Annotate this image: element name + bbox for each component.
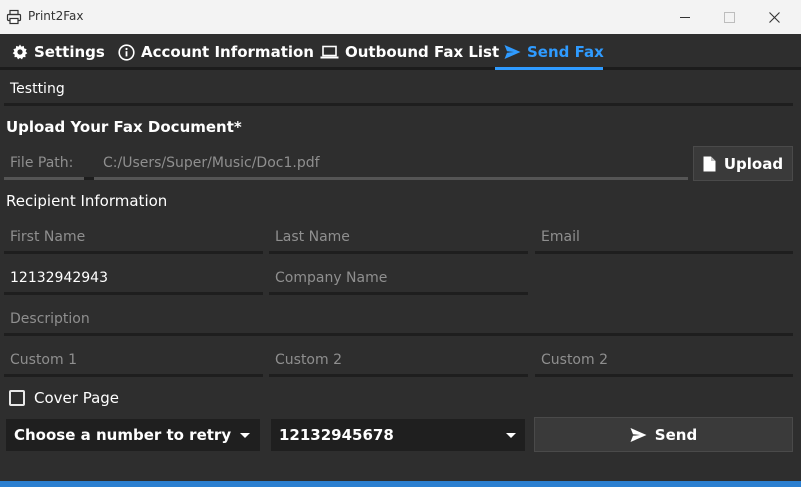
custom1-field[interactable]: Custom 1 [4, 345, 263, 377]
retry-number-dropdown-label: Choose a number to retry [14, 426, 232, 444]
info-icon [118, 43, 135, 61]
upload-button[interactable]: Upload [693, 146, 793, 181]
custom3-placeholder: Custom 2 [541, 352, 608, 368]
cover-page-checkbox[interactable] [9, 390, 25, 406]
tab-label: Outbound Fax List [345, 43, 500, 61]
minimize-icon [680, 17, 690, 18]
custom2-field[interactable]: Custom 2 [269, 345, 528, 377]
fax-number-value: 12132942943 [10, 270, 108, 286]
retry-number-dropdown[interactable]: Choose a number to retry [6, 419, 260, 451]
email-field[interactable]: Email [535, 222, 793, 254]
tab-bar: Settings Account Information Outbound Fa… [0, 34, 801, 70]
first-name-placeholder: First Name [10, 229, 86, 245]
description-placeholder: Description [10, 311, 90, 327]
from-number-dropdown-label: 12132945678 [279, 426, 394, 444]
close-button[interactable] [752, 0, 798, 34]
custom3-field[interactable]: Custom 2 [535, 345, 793, 377]
file-path-separator [84, 148, 94, 180]
custom2-placeholder: Custom 2 [275, 352, 342, 368]
last-name-field[interactable]: Last Name [269, 222, 528, 254]
description-field[interactable]: Description [4, 304, 793, 336]
minimize-button[interactable] [662, 0, 708, 34]
send-icon [504, 44, 521, 61]
email-placeholder: Email [541, 229, 580, 245]
tab-label: Account Information [141, 43, 314, 61]
window-title: Print2Fax [28, 9, 84, 23]
fax-number-field[interactable]: 12132942943 [4, 263, 263, 295]
from-number-dropdown[interactable]: 12132945678 [271, 419, 525, 451]
send-button[interactable]: Send [534, 417, 793, 452]
send-icon [630, 427, 647, 442]
cover-page-label: Cover Page [34, 389, 120, 407]
tab-account-information[interactable]: Account Information [118, 34, 314, 70]
app-window: Print2Fax Settings Account Information O… [0, 0, 801, 481]
tab-settings[interactable]: Settings [11, 34, 105, 70]
close-icon [769, 12, 780, 23]
laptop-icon [320, 44, 339, 61]
subject-field[interactable]: Testting [4, 74, 793, 106]
company-name-field[interactable]: Company Name [269, 263, 528, 295]
chevron-down-icon [240, 433, 250, 438]
last-name-placeholder: Last Name [275, 229, 350, 245]
active-tab-indicator [495, 67, 603, 70]
file-path-value: C:/Users/Super/Music/Doc1.pdf [103, 155, 320, 171]
upload-button-label: Upload [723, 154, 784, 173]
custom1-placeholder: Custom 1 [10, 352, 77, 368]
tab-label: Send Fax [527, 43, 604, 61]
title-bar: Print2Fax [0, 0, 801, 34]
printer-icon [6, 9, 22, 25]
file-icon [703, 156, 716, 171]
first-name-field[interactable]: First Name [4, 222, 263, 254]
chevron-down-icon [506, 433, 516, 438]
recipient-heading: Recipient Information [6, 192, 168, 210]
tab-label: Settings [34, 43, 105, 61]
upload-heading: Upload Your Fax Document* [6, 118, 242, 136]
tab-outbound-fax-list[interactable]: Outbound Fax List [320, 34, 499, 70]
maximize-button[interactable] [706, 0, 752, 34]
file-path-label: File Path: [10, 155, 74, 171]
send-button-label: Send [654, 425, 698, 444]
company-name-placeholder: Company Name [275, 270, 388, 286]
file-path-field[interactable]: File Path: C:/Users/Super/Music/Doc1.pdf [4, 148, 688, 180]
tab-divider [0, 67, 801, 70]
tab-send-fax[interactable]: Send Fax [504, 34, 604, 70]
gear-icon [11, 44, 28, 61]
subject-value: Testting [10, 81, 65, 97]
maximize-icon [724, 12, 735, 23]
